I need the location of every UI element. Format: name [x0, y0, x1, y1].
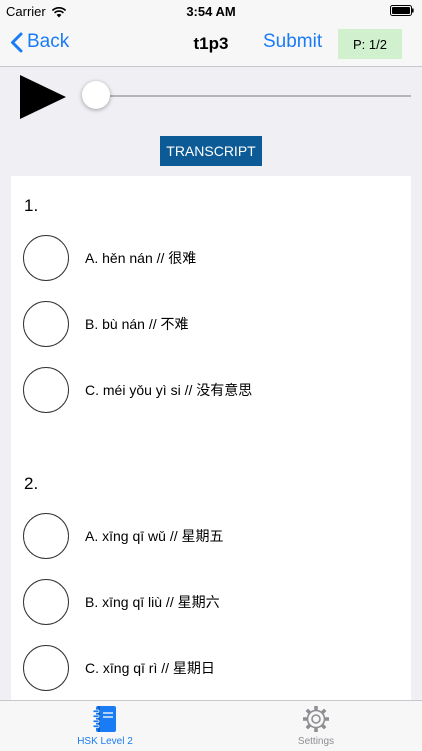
answer-option[interactable]: A. hěn nán // 很难 [23, 235, 393, 283]
status-time: 3:54 AM [186, 4, 236, 19]
answer-option-label: C. méi yǒu yì si // 没有意思 [85, 382, 253, 398]
submit-button[interactable]: Submit [263, 31, 322, 53]
answer-option[interactable]: B. xīng qī liù // 星期六 [23, 579, 393, 627]
audio-progress-track[interactable] [96, 95, 411, 97]
answer-option-label: A. xīng qī wǔ // 星期五 [85, 528, 224, 544]
tab-settings[interactable]: Settings [256, 704, 376, 750]
battery-icon [390, 5, 414, 16]
notebook-icon [92, 706, 116, 732]
question-number: 2. [24, 474, 39, 493]
tab-bar: HSK Level 2 Settings [0, 700, 422, 751]
answer-option[interactable]: A. xīng qī wǔ // 星期五 [23, 513, 393, 561]
gear-icon [303, 706, 329, 732]
radio-circle[interactable] [23, 367, 69, 413]
chevron-left-icon [11, 32, 23, 52]
tab-hsk-level-2[interactable]: HSK Level 2 [45, 704, 165, 750]
answer-option[interactable]: C. xīng qī rì // 星期日 [23, 645, 393, 693]
answer-option-label: B. xīng qī liù // 星期六 [85, 594, 220, 610]
radio-circle[interactable] [23, 301, 69, 347]
answer-option-label: C. xīng qī rì // 星期日 [85, 660, 215, 676]
transcript-button[interactable]: TRANSCRIPT [160, 136, 262, 166]
back-label: Back [27, 31, 70, 52]
question-card: 1. A. hěn nán // 很难 B. bù nán // 不难 C. m… [11, 176, 411, 700]
tab-label: HSK Level 2 [77, 736, 133, 747]
radio-circle[interactable] [23, 235, 69, 281]
play-icon[interactable] [20, 74, 66, 120]
radio-circle[interactable] [23, 645, 69, 691]
answer-option[interactable]: C. méi yǒu yì si // 没有意思 [23, 367, 393, 415]
audio-progress-thumb[interactable] [82, 81, 110, 109]
status-bar: Carrier 3:54 AM [0, 0, 422, 22]
page-title: t1p3 [193, 34, 229, 53]
answer-option-label: A. hěn nán // 很难 [85, 250, 197, 266]
navigation-bar: Back t1p3 Submit P: 1/2 [0, 22, 422, 67]
radio-circle[interactable] [23, 579, 69, 625]
back-button[interactable]: Back [10, 31, 69, 53]
radio-circle[interactable] [23, 513, 69, 559]
question-number: 1. [24, 196, 39, 215]
answer-option-label: B. bù nán // 不难 [85, 316, 189, 332]
answer-option[interactable]: B. bù nán // 不难 [23, 301, 393, 349]
page-indicator-badge: P: 1/2 [338, 29, 402, 59]
tab-label: Settings [297, 736, 335, 747]
